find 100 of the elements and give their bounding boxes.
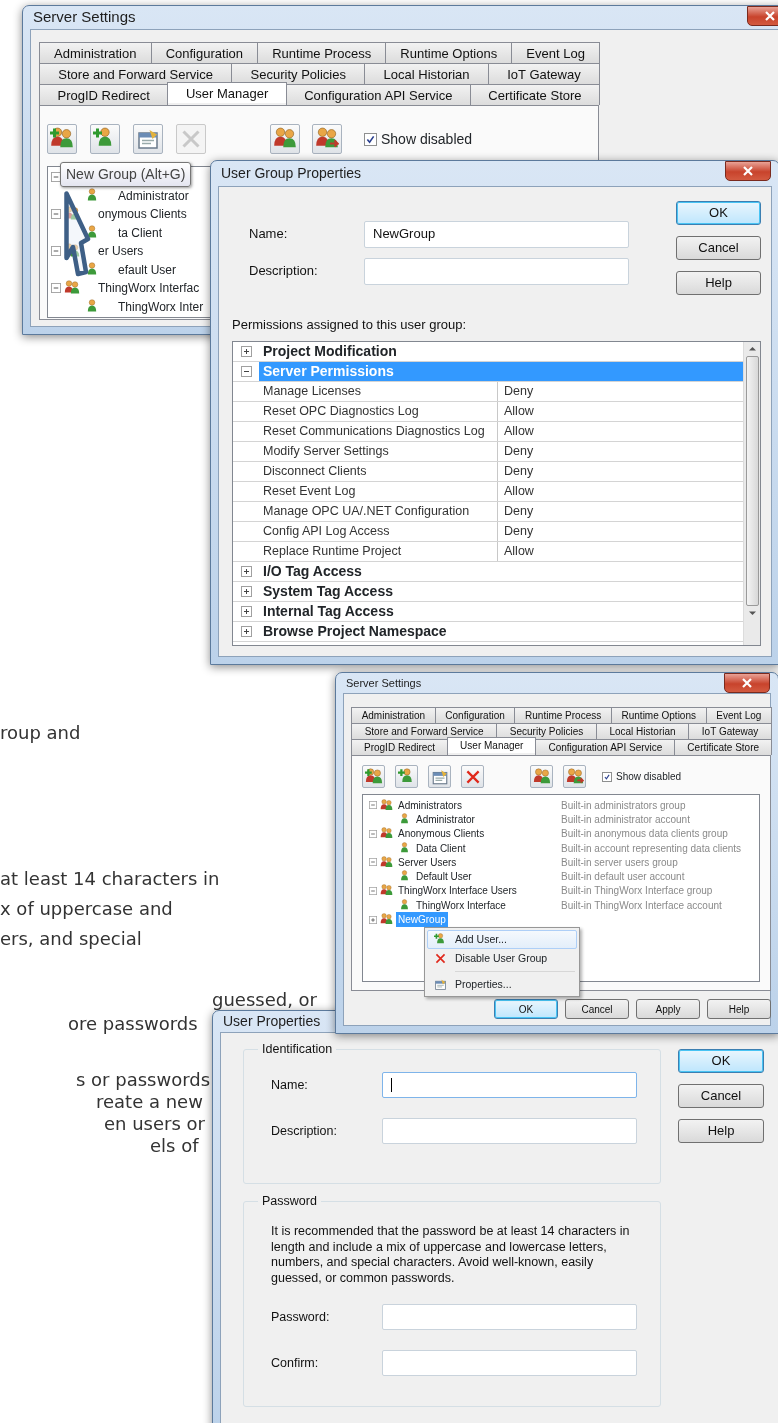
- paragraph-fragment: roup and: [0, 721, 81, 745]
- expand-icon[interactable]: [241, 626, 252, 637]
- tab[interactable]: Certificate Store: [469, 84, 600, 105]
- permission-value[interactable]: Deny: [498, 442, 534, 461]
- tab[interactable]: Store and Forward Service: [351, 723, 498, 739]
- permission-value[interactable]: Deny: [498, 502, 534, 521]
- menu-item[interactable]: Add User...: [427, 930, 577, 949]
- group-icon: [380, 913, 393, 926]
- window-title: Server Settings: [33, 7, 136, 28]
- permission-value[interactable]: Deny: [498, 522, 534, 541]
- expand-icon[interactable]: [241, 566, 252, 577]
- tab[interactable]: Runtime Process: [514, 707, 612, 723]
- dialog-button[interactable]: OK: [676, 200, 761, 225]
- expand-icon[interactable]: [241, 346, 252, 357]
- category-row[interactable]: I/O Tag Access: [259, 562, 743, 581]
- permission-value[interactable]: Allow: [498, 422, 534, 441]
- category-row[interactable]: Project Modification: [259, 342, 743, 361]
- dialog-button[interactable]: Cancel: [565, 999, 629, 1019]
- tab[interactable]: Configuration: [434, 707, 516, 723]
- tab[interactable]: Configuration API Service: [535, 739, 676, 755]
- dialog-button[interactable]: OK: [678, 1049, 764, 1073]
- tab[interactable]: Event Log: [511, 42, 600, 63]
- tab[interactable]: Certificate Store: [674, 739, 773, 755]
- add-group-button[interactable]: [362, 765, 385, 788]
- scroll-thumb[interactable]: [745, 356, 759, 606]
- tree-item[interactable]: Administrators: [396, 797, 464, 813]
- group-arrow-button[interactable]: [563, 765, 586, 788]
- group-button[interactable]: [530, 765, 553, 788]
- dialog-button[interactable]: Help: [707, 999, 771, 1019]
- permission-value[interactable]: Allow: [498, 542, 534, 561]
- tree-item[interactable]: Default User: [414, 869, 474, 885]
- dialog-button[interactable]: Apply: [636, 999, 700, 1019]
- permission-value[interactable]: Allow: [498, 482, 534, 501]
- tree-item[interactable]: Data Client: [414, 840, 468, 856]
- tree-item[interactable]: ThingWorx Interfac: [96, 279, 202, 298]
- properties-button[interactable]: [133, 124, 163, 154]
- expand-icon[interactable]: [241, 586, 252, 597]
- close-button[interactable]: [724, 673, 770, 693]
- tab[interactable]: Administration: [39, 42, 152, 63]
- input-field[interactable]: [364, 257, 629, 285]
- tab[interactable]: Administration: [351, 707, 436, 723]
- category-row[interactable]: Internal Tag Access: [259, 602, 743, 621]
- permission-value[interactable]: Allow: [498, 402, 534, 421]
- tree-item[interactable]: efault User: [116, 260, 179, 279]
- category-row[interactable]: Browse Project Namespace: [259, 622, 743, 641]
- menu-item[interactable]: Disable User Group: [427, 949, 577, 968]
- tab[interactable]: Local Historian: [364, 63, 489, 84]
- group-icon: [380, 884, 393, 898]
- input-field[interactable]: [382, 1304, 637, 1330]
- tab[interactable]: Runtime Options: [385, 42, 513, 63]
- tree-item[interactable]: ThingWorx Inter: [116, 297, 206, 316]
- tree-item[interactable]: Server Users: [396, 854, 459, 870]
- tree-item[interactable]: ThingWorx Interface Users: [396, 883, 519, 899]
- tab[interactable]: IoT Gateway: [688, 723, 772, 739]
- tree-item[interactable]: ta Client: [116, 223, 165, 242]
- tab[interactable]: ProgID Redirect: [39, 84, 169, 105]
- tab[interactable]: Configuration API Service: [285, 84, 471, 105]
- add-user-button[interactable]: [395, 765, 418, 788]
- input-field[interactable]: [382, 1350, 637, 1376]
- tab[interactable]: Configuration: [150, 42, 259, 63]
- close-button[interactable]: [725, 161, 771, 181]
- tab[interactable]: IoT Gateway: [487, 63, 601, 84]
- tab[interactable]: User Manager: [167, 82, 287, 103]
- tab[interactable]: Event Log: [705, 707, 772, 723]
- dialog-button[interactable]: Help: [676, 270, 761, 295]
- tab[interactable]: User Manager: [447, 737, 537, 753]
- properties-button[interactable]: [428, 765, 451, 788]
- menu-item[interactable]: Properties...: [427, 975, 577, 994]
- permission-value[interactable]: Deny: [498, 462, 534, 481]
- add-group-button[interactable]: [47, 124, 77, 154]
- collapse-icon[interactable]: [241, 366, 252, 377]
- tab[interactable]: Runtime Process: [257, 42, 387, 63]
- tab[interactable]: Store and Forward Service: [39, 63, 233, 84]
- group-button[interactable]: [270, 124, 300, 154]
- tab[interactable]: Runtime Options: [610, 707, 707, 723]
- window-title: User Group Properties: [221, 163, 362, 183]
- tree-item[interactable]: Administrator: [116, 186, 191, 205]
- input-field[interactable]: [382, 1118, 637, 1144]
- group-arrow-button[interactable]: [312, 124, 342, 154]
- tab[interactable]: Security Policies: [231, 63, 366, 84]
- delete-button[interactable]: [461, 765, 484, 788]
- add-user-button[interactable]: [90, 124, 120, 154]
- tree-item[interactable]: Administrator: [414, 811, 477, 827]
- dialog-button[interactable]: OK: [494, 999, 558, 1019]
- dialog-button[interactable]: Help: [678, 1119, 764, 1143]
- category-row[interactable]: System Tag Access: [259, 582, 743, 601]
- input-field[interactable]: NewGroup: [364, 220, 629, 248]
- tree-item[interactable]: ThingWorx Interface: [414, 897, 508, 913]
- tree-item[interactable]: onymous Clients: [96, 205, 189, 224]
- tab[interactable]: ProgID Redirect: [351, 739, 449, 755]
- permission-value[interactable]: Deny: [498, 382, 534, 401]
- scrollbar[interactable]: [743, 342, 760, 645]
- dialog-button[interactable]: Cancel: [676, 235, 761, 260]
- tab[interactable]: Security Policies: [496, 723, 597, 739]
- input-field[interactable]: [382, 1072, 637, 1098]
- tab[interactable]: Local Historian: [595, 723, 690, 739]
- tree-item[interactable]: Anonymous Clients: [396, 826, 487, 842]
- dialog-button[interactable]: Cancel: [678, 1084, 764, 1108]
- tree-item[interactable]: er Users: [96, 242, 146, 261]
- expand-icon[interactable]: [241, 606, 252, 617]
